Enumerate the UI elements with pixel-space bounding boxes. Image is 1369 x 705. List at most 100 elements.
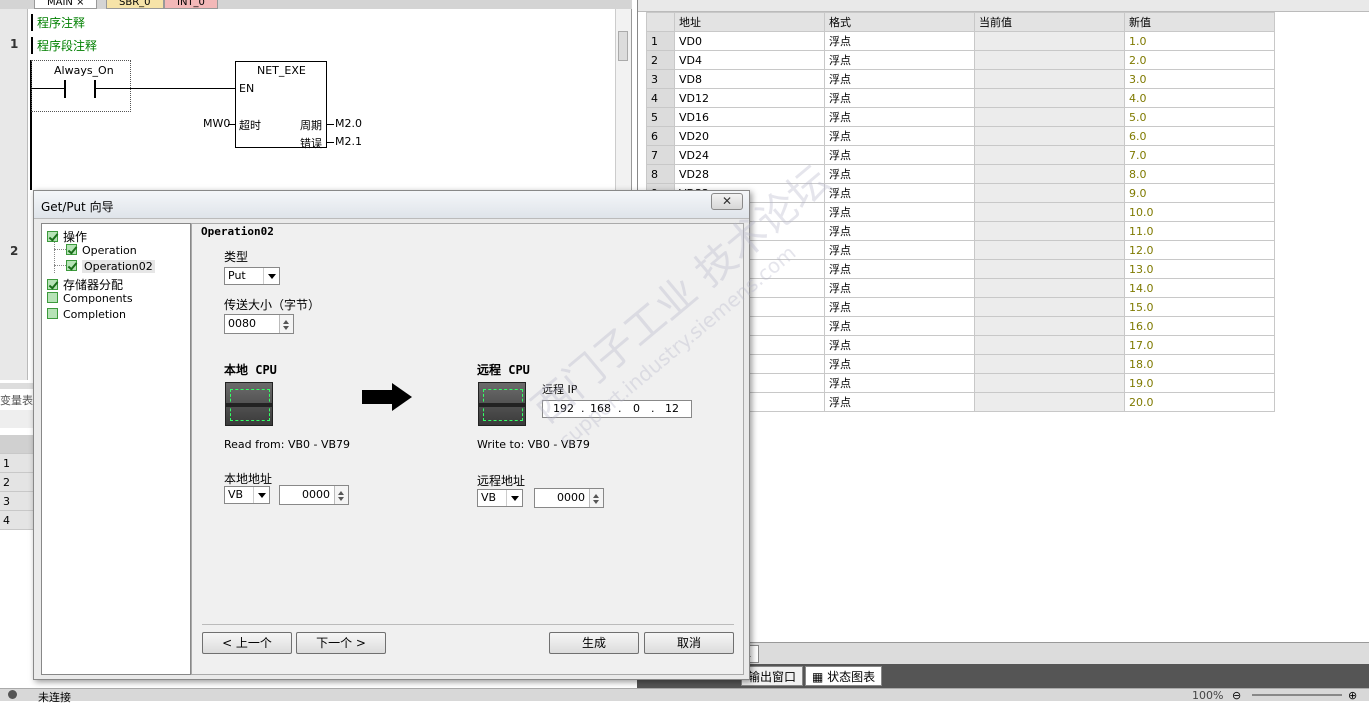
format-cell[interactable]: 浮点 xyxy=(824,297,975,317)
current-value-cell[interactable] xyxy=(974,50,1125,70)
new-value-cell[interactable]: 18.0 xyxy=(1124,354,1275,374)
format-cell[interactable]: 浮点 xyxy=(824,354,975,374)
tree-item-components[interactable]: Components xyxy=(47,292,133,305)
current-value-cell[interactable] xyxy=(974,88,1125,108)
current-value-cell[interactable] xyxy=(974,126,1125,146)
new-value-cell[interactable]: 9.0 xyxy=(1124,183,1275,203)
header-address[interactable]: 地址 xyxy=(674,12,825,32)
size-stepper[interactable]: 0080 xyxy=(224,314,294,334)
format-cell[interactable]: 浮点 xyxy=(824,31,975,51)
remote-ip-input[interactable]: 192 . 168 . 0 . 12 xyxy=(542,400,692,418)
ip-octet[interactable]: 168 xyxy=(590,401,611,417)
header-format[interactable]: 格式 xyxy=(824,12,975,32)
current-value-cell[interactable] xyxy=(974,221,1125,241)
remote-offset-stepper[interactable]: 0000 xyxy=(534,488,604,508)
net-exe-box[interactable]: NET_EXE EN 超时 周期 错误 xyxy=(235,61,327,150)
address-cell[interactable]: VD28 xyxy=(674,164,825,184)
new-value-cell[interactable]: 17.0 xyxy=(1124,335,1275,355)
network-comment[interactable]: 程序段注释 xyxy=(31,37,97,54)
header-current-value[interactable]: 当前值 xyxy=(974,12,1125,32)
status-chart-row[interactable]: 8 VD28 浮点 8.0 xyxy=(646,164,1275,184)
format-cell[interactable]: 浮点 xyxy=(824,392,975,412)
new-value-cell[interactable]: 5.0 xyxy=(1124,107,1275,127)
current-value-cell[interactable] xyxy=(974,240,1125,260)
close-button[interactable]: ✕ xyxy=(711,193,743,210)
zoom-out-icon[interactable]: ⊖ xyxy=(1232,689,1241,702)
new-value-cell[interactable]: 10.0 xyxy=(1124,202,1275,222)
format-cell[interactable]: 浮点 xyxy=(824,107,975,127)
zoom-slider[interactable] xyxy=(1252,694,1342,696)
generate-button[interactable]: 生成 xyxy=(549,632,639,654)
format-cell[interactable]: 浮点 xyxy=(824,88,975,108)
new-value-cell[interactable]: 11.0 xyxy=(1124,221,1275,241)
vartable-row[interactable]: 3 xyxy=(0,492,34,511)
current-value-cell[interactable] xyxy=(974,69,1125,89)
tab-status-chart[interactable]: ▦ 状态图表 xyxy=(805,666,883,686)
new-value-cell[interactable]: 16.0 xyxy=(1124,316,1275,336)
local-area-select[interactable]: VB xyxy=(224,486,270,504)
current-value-cell[interactable] xyxy=(974,145,1125,165)
new-value-cell[interactable]: 7.0 xyxy=(1124,145,1275,165)
format-cell[interactable]: 浮点 xyxy=(824,126,975,146)
ip-octet[interactable]: 192 xyxy=(553,401,574,417)
current-value-cell[interactable] xyxy=(974,31,1125,51)
local-offset-stepper[interactable]: 0000 xyxy=(279,485,349,505)
status-chart-row[interactable]: 5 VD16 浮点 5.0 xyxy=(646,107,1275,127)
format-cell[interactable]: 浮点 xyxy=(824,373,975,393)
address-cell[interactable]: VD12 xyxy=(674,88,825,108)
ip-octet[interactable]: 0 xyxy=(633,401,640,417)
new-value-cell[interactable]: 14.0 xyxy=(1124,278,1275,298)
format-cell[interactable]: 浮点 xyxy=(824,221,975,241)
timeout-operand[interactable]: MW0 xyxy=(203,117,230,130)
format-cell[interactable]: 浮点 xyxy=(824,240,975,260)
contact-always-on[interactable]: Always_On xyxy=(31,60,131,112)
new-value-cell[interactable]: 13.0 xyxy=(1124,259,1275,279)
splitter[interactable] xyxy=(0,383,34,389)
tree-item-operation[interactable]: Operation xyxy=(66,244,137,257)
current-value-cell[interactable] xyxy=(974,297,1125,317)
tab-int0[interactable]: INT_0 xyxy=(164,0,218,9)
scroll-thumb[interactable] xyxy=(618,31,628,61)
status-chart-row[interactable]: 7 VD24 浮点 7.0 xyxy=(646,145,1275,165)
current-value-cell[interactable] xyxy=(974,316,1125,336)
address-cell[interactable]: VD24 xyxy=(674,145,825,165)
tab-sbr0[interactable]: SBR_0 xyxy=(106,0,164,9)
vartable-row[interactable]: 2 xyxy=(0,473,34,492)
new-value-cell[interactable]: 15.0 xyxy=(1124,297,1275,317)
new-value-cell[interactable]: 1.0 xyxy=(1124,31,1275,51)
format-cell[interactable]: 浮点 xyxy=(824,183,975,203)
ip-octet[interactable]: 12 xyxy=(665,401,679,417)
new-value-cell[interactable]: 3.0 xyxy=(1124,69,1275,89)
error-operand[interactable]: M2.1 xyxy=(335,135,362,148)
current-value-cell[interactable] xyxy=(974,392,1125,412)
format-cell[interactable]: 浮点 xyxy=(824,278,975,298)
header-new-value[interactable]: 新值 xyxy=(1124,12,1275,32)
address-cell[interactable]: VD20 xyxy=(674,126,825,146)
status-chart-row[interactable]: 3 VD8 浮点 3.0 xyxy=(646,69,1275,89)
new-value-cell[interactable]: 20.0 xyxy=(1124,392,1275,412)
spin-icon[interactable] xyxy=(589,489,603,507)
format-cell[interactable]: 浮点 xyxy=(824,259,975,279)
new-value-cell[interactable]: 2.0 xyxy=(1124,50,1275,70)
new-value-cell[interactable]: 19.0 xyxy=(1124,373,1275,393)
format-cell[interactable]: 浮点 xyxy=(824,69,975,89)
tree-item-operation02[interactable]: Operation02 xyxy=(66,260,155,273)
status-chart-row[interactable]: 1 VD0 浮点 1.0 xyxy=(646,31,1275,51)
status-chart-row[interactable]: 2 VD4 浮点 2.0 xyxy=(646,50,1275,70)
tab-output-window[interactable]: 输出窗口 xyxy=(741,666,804,686)
period-operand[interactable]: M2.0 xyxy=(335,117,362,130)
prev-button[interactable]: < 上一个 xyxy=(202,632,292,654)
address-cell[interactable]: VD8 xyxy=(674,69,825,89)
current-value-cell[interactable] xyxy=(974,335,1125,355)
current-value-cell[interactable] xyxy=(974,107,1125,127)
status-chart-row[interactable]: 6 VD20 浮点 6.0 xyxy=(646,126,1275,146)
type-select[interactable]: Put xyxy=(224,267,280,285)
new-value-cell[interactable]: 8.0 xyxy=(1124,164,1275,184)
tree-item-memory[interactable]: 存储器分配 xyxy=(47,276,123,293)
current-value-cell[interactable] xyxy=(974,278,1125,298)
spin-icon[interactable] xyxy=(279,315,293,333)
current-value-cell[interactable] xyxy=(974,373,1125,393)
status-chart-row[interactable]: 4 VD12 浮点 4.0 xyxy=(646,88,1275,108)
address-cell[interactable]: VD4 xyxy=(674,50,825,70)
zoom-in-icon[interactable]: ⊕ xyxy=(1348,689,1357,702)
